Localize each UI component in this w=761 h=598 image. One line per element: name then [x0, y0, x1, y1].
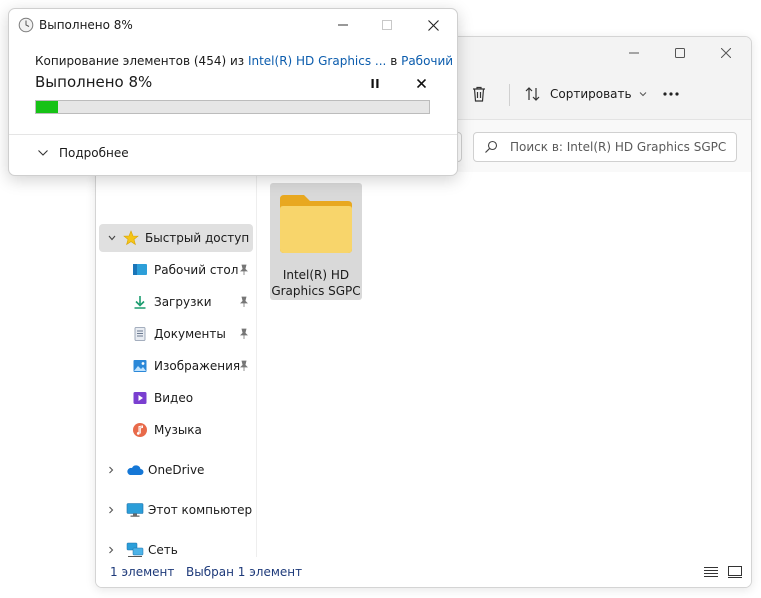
sidebar-item-label: Музыка [154, 423, 202, 437]
chevron-down-icon [38, 150, 48, 156]
copy-message-prefix: Копирование элементов (454) из [35, 54, 248, 68]
pictures-icon [133, 360, 147, 372]
status-bar: 1 элемент Выбран 1 элемент [96, 557, 751, 587]
explorer-maximize-button[interactable] [657, 37, 703, 69]
videos-icon [133, 392, 147, 404]
pause-button[interactable] [367, 75, 383, 91]
sidebar-item-label: Рабочий стол [154, 263, 239, 277]
destination-link[interactable]: Рабочий стол [401, 54, 457, 68]
sidebar-item-downloads[interactable]: Загрузки [132, 288, 256, 316]
copy-message-middle: в [386, 54, 402, 68]
delete-button[interactable] [470, 78, 488, 110]
dialog-minimize-button[interactable] [331, 15, 355, 35]
chevron-right-icon[interactable] [106, 545, 116, 555]
sidebar-item-desktop[interactable]: Рабочий стол [132, 256, 256, 284]
item-count: 1 элемент [110, 565, 175, 579]
computer-icon [126, 503, 144, 517]
large-icons-view-button[interactable] [726, 563, 744, 581]
sidebar-item-label: Загрузки [154, 295, 212, 309]
sidebar-item-label: Изображения [154, 359, 241, 373]
sidebar-item-this-pc[interactable]: Этот компьютер [106, 496, 256, 524]
dialog-close-button[interactable] [421, 15, 445, 35]
sidebar-item-onedrive[interactable]: OneDrive [106, 456, 256, 484]
clock-icon [18, 17, 34, 33]
documents-icon [134, 327, 146, 341]
sort-button[interactable]: Сортировать [524, 78, 648, 110]
network-icon [126, 542, 144, 557]
minimize-icon [629, 52, 639, 54]
pin-icon [240, 328, 248, 339]
search-input[interactable] [508, 139, 732, 155]
minimize-icon [338, 24, 348, 26]
folder-item[interactable]: Intel(R) HD Graphics SGPC [270, 183, 362, 300]
details-view-icon [704, 567, 718, 577]
music-icon [133, 423, 147, 437]
folder-icon [280, 195, 352, 253]
folder-name: Intel(R) HD Graphics SGPC [271, 268, 361, 298]
sidebar-item-music[interactable]: Музыка [132, 416, 256, 444]
file-list: Intel(R) HD Graphics SGPC [257, 172, 751, 557]
desktop-icon [133, 264, 147, 275]
pin-icon [240, 296, 248, 307]
copy-message: Копирование элементов (454) из Intel(R) … [35, 54, 457, 68]
selection-count: Выбран 1 элемент [186, 565, 303, 579]
close-icon [721, 48, 731, 58]
details-view-button[interactable] [702, 563, 720, 581]
sidebar-item-documents[interactable]: Документы [132, 320, 256, 348]
pin-icon [240, 360, 248, 371]
star-icon [123, 230, 139, 246]
cancel-icon [416, 78, 426, 88]
sidebar-item-pictures[interactable]: Изображения [132, 352, 256, 380]
chevron-down-icon[interactable] [107, 233, 117, 243]
close-icon [427, 19, 439, 31]
maximize-icon [675, 48, 685, 58]
chevron-right-icon[interactable] [106, 465, 116, 475]
more-details-label: Подробнее [59, 146, 129, 160]
progress-percent: Выполнено 8% [35, 73, 153, 91]
dialog-titlebar: Выполнено 8% [9, 9, 457, 41]
sort-label: Сортировать [550, 87, 632, 101]
dialog-maximize-button [375, 15, 399, 35]
progress-bar [35, 100, 430, 114]
chevron-right-icon[interactable] [106, 505, 116, 515]
cloud-icon [127, 465, 144, 475]
sort-icon [525, 87, 540, 101]
sidebar-item-videos[interactable]: Видео [132, 384, 256, 412]
dialog-divider [9, 134, 457, 135]
more-options-button[interactable] [662, 78, 680, 110]
more-details-toggle[interactable]: Подробнее [37, 146, 129, 160]
cancel-button[interactable] [413, 75, 429, 91]
sidebar-item-label: OneDrive [148, 463, 205, 477]
pin-icon [240, 264, 248, 275]
sidebar-item-label: Быстрый доступ [145, 231, 250, 245]
explorer-close-button[interactable] [703, 37, 749, 69]
sidebar-item-label: Документы [154, 327, 226, 341]
search-icon [485, 140, 498, 153]
toolbar-divider [509, 84, 510, 106]
more-icon [663, 92, 679, 96]
search-box[interactable] [473, 132, 737, 162]
chevron-down-icon [639, 92, 646, 97]
progress-bar-fill [36, 101, 58, 113]
dialog-title: Выполнено 8% [39, 18, 133, 32]
pause-icon [371, 78, 379, 88]
source-link[interactable]: Intel(R) HD Graphics ... [248, 54, 386, 68]
maximize-icon [382, 20, 392, 30]
tiles-view-icon [728, 566, 742, 578]
copy-progress-dialog: Выполнено 8% Копирование элементов (454)… [8, 8, 458, 176]
sidebar-item-quick-access[interactable]: Быстрый доступ [99, 224, 253, 252]
sidebar-item-label: Видео [154, 391, 194, 405]
explorer-minimize-button[interactable] [611, 37, 657, 69]
downloads-icon [134, 296, 146, 309]
sidebar-item-label: Этот компьютер [148, 503, 253, 517]
sidebar-item-label: Сеть [148, 543, 178, 557]
navigation-pane: Быстрый доступ Рабочий стол Загрузки Док… [96, 172, 257, 557]
delete-icon [473, 86, 485, 102]
